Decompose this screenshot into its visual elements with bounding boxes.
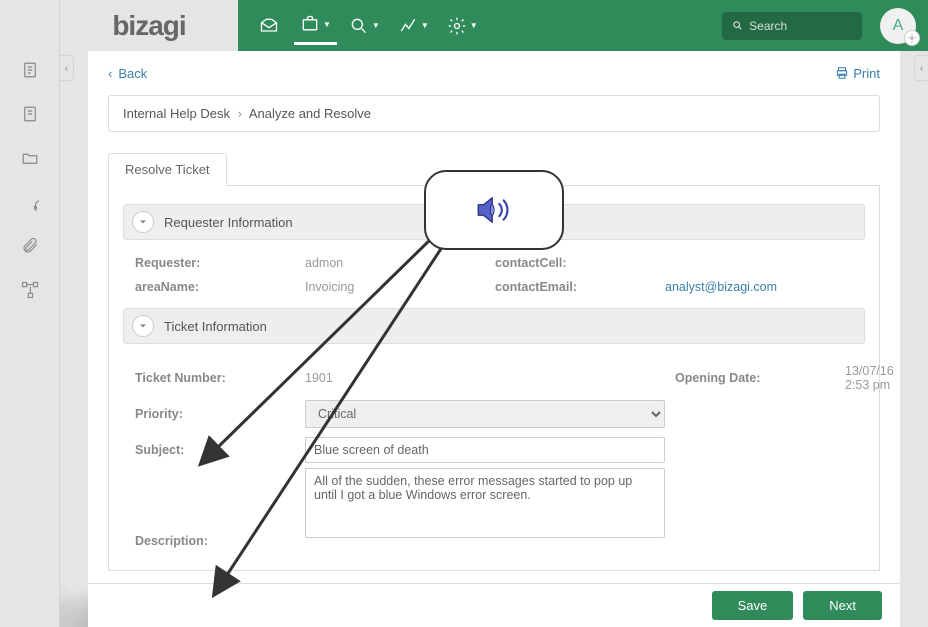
ticket-fields: Ticket Number: 1901 Opening Date: 13/07/… [123,356,865,552]
save-button[interactable]: Save [712,591,794,620]
subject-input[interactable] [305,437,665,463]
ticketnumber-label: Ticket Number: [135,371,295,385]
page-icon[interactable] [20,104,40,124]
print-label: Print [853,66,880,81]
logo-text: bizagi [112,10,185,42]
chat-icon[interactable] [20,192,40,212]
breadcrumb-root[interactable]: Internal Help Desk [123,106,230,121]
section-ticket-title: Ticket Information [164,319,267,334]
search-menu-button[interactable]: ▼ [343,7,386,45]
collapse-toggle-icon[interactable] [132,315,154,337]
chevron-down-icon: ▼ [470,21,478,30]
breadcrumb: Internal Help Desk › Analyze and Resolve [108,95,880,132]
folder-icon[interactable] [20,148,40,168]
back-link[interactable]: ‹ Back [108,66,147,81]
subject-label: Subject: [135,443,295,457]
inbox-button[interactable] [250,7,288,45]
chevron-down-icon: ▼ [323,20,331,29]
rail-collapse-left[interactable]: ‹ [60,55,74,81]
requester-label: Requester: [135,256,295,270]
subheader: ‹ Back Print [88,51,900,95]
print-icon [835,66,849,80]
tab-label: Resolve Ticket [125,162,210,177]
requester-value: admon [305,256,485,270]
back-label: Back [118,66,147,81]
breadcrumb-current: Analyze and Resolve [249,106,371,121]
ticketnumber-value: 1901 [305,371,665,385]
chevron-down-icon: ▼ [421,21,429,30]
contactcell-label: contactCell: [495,256,655,270]
workflow-icon[interactable] [20,280,40,300]
chevron-left-icon: ‹ [108,66,112,81]
search-box[interactable] [722,12,862,40]
avatar-initial: A [893,17,904,35]
settings-button[interactable]: ▼ [441,7,484,45]
openingdate-label: Opening Date: [675,371,835,385]
top-header: bizagi ▼ ▼ ▼ ▼ A [60,0,928,51]
avatar[interactable]: A [880,8,916,44]
greenbar: ▼ ▼ ▼ ▼ A [238,0,928,51]
collapse-toggle-icon[interactable] [132,211,154,233]
case-button[interactable]: ▼ [294,7,337,45]
breadcrumb-sep: › [234,106,246,121]
requester-fields: Requester: admon contactCell: areaName: … [123,252,865,308]
avatar-settings-icon[interactable] [904,30,920,46]
section-ticket-header[interactable]: Ticket Information [123,308,865,344]
search-icon [732,19,743,32]
openingdate-value: 13/07/16 2:53 pm [845,364,894,392]
left-rail [0,0,60,627]
footer: Save Next [88,583,900,627]
speaker-callout [424,170,564,250]
attachment-icon[interactable] [20,236,40,256]
area-value: Invoicing [305,280,485,294]
contactemail-label: contactEmail: [495,280,655,294]
section-requester-title: Requester Information [164,215,293,230]
area-label: areaName: [135,280,295,294]
description-textarea[interactable]: All of the sudden, these error messages … [305,468,665,538]
logo: bizagi [60,0,238,51]
search-input[interactable] [749,19,852,33]
priority-label: Priority: [135,407,295,421]
analytics-button[interactable]: ▼ [392,7,435,45]
tab-resolve-ticket[interactable]: Resolve Ticket [108,153,227,186]
print-link[interactable]: Print [835,66,880,81]
speaker-icon [473,189,515,231]
priority-select[interactable]: Critical [305,400,665,428]
contactemail-value[interactable]: analyst@bizagi.com [665,280,853,294]
description-label: Description: [135,534,295,548]
doc-icon[interactable] [20,60,40,80]
work-area: ‹ Back Print Internal Help Desk › Analyz… [88,51,900,611]
rail-collapse-right[interactable]: ‹ [914,55,928,81]
next-button[interactable]: Next [803,591,882,620]
chevron-down-icon: ▼ [372,21,380,30]
